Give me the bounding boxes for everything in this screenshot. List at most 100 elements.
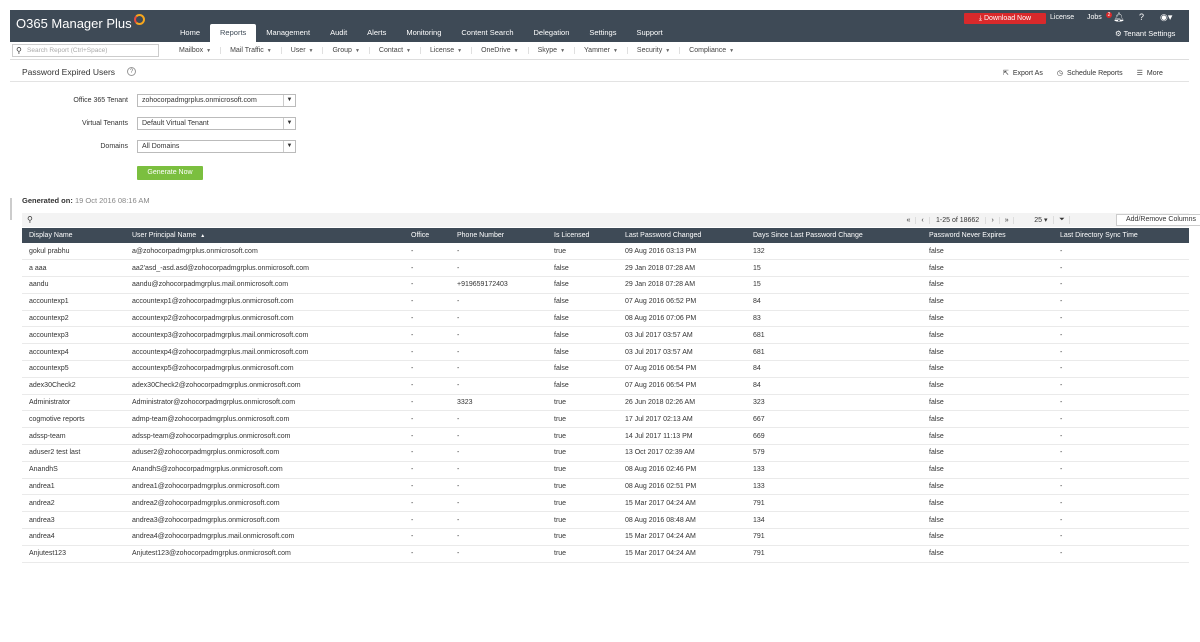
table-cell: true <box>547 444 618 462</box>
subnav-onedrive[interactable]: OneDrive ▼ <box>471 47 528 54</box>
table-row[interactable]: adssp-team adssp-team@zohocorpadmgrplus.o… <box>22 427 1189 446</box>
table-row[interactable]: AnandhS AnandhS@zohocorpadmgrplus.onmicro… <box>22 461 1189 479</box>
app-logo[interactable]: O365 Manager Plus <box>16 14 145 31</box>
table-row[interactable]: andrea2 andrea2@zohocorpadmgrplus.onmicro… <box>22 494 1189 513</box>
gear-icon: ⚙ <box>1115 29 1124 38</box>
virtual-tenants-select[interactable]: Default Virtual Tenant ▼ <box>137 117 296 130</box>
table-row[interactable]: aduser2 test last aduser2@zohocorpadmgrpl… <box>22 444 1189 462</box>
tab-alerts[interactable]: Alerts <box>357 24 396 42</box>
subnav-mail-traffic[interactable]: Mail Traffic ▼ <box>220 47 281 54</box>
table-cell: - <box>450 293 547 311</box>
table-cell: 29 Jan 2018 07:28 AM <box>618 259 746 278</box>
prev-page-icon[interactable]: ‹ <box>916 216 930 224</box>
tab-content-search[interactable]: Content Search <box>451 24 523 42</box>
help-question-icon[interactable]: ? <box>1139 12 1144 22</box>
col-display-name[interactable]: Display Name <box>22 228 125 243</box>
chevron-down-icon: ▼ <box>729 48 735 54</box>
filter-icon[interactable]: ⏷ <box>1054 216 1071 224</box>
table-row[interactable]: Administrator Administrator@zohocorpadmgr… <box>22 394 1189 412</box>
bell-icon[interactable]: 🔔︎ <box>1113 12 1124 23</box>
subnav-contact[interactable]: Contact ▼ <box>368 47 420 54</box>
table-row[interactable]: accountexp4 accountexp4@zohocorpadmgrplus… <box>22 343 1189 362</box>
export-as-button[interactable]: ⇱ Export As <box>1003 69 1043 77</box>
table-row[interactable]: aandu aandu@zohocorpadmgrplus.mail.onmicr… <box>22 276 1189 294</box>
tab-reports[interactable]: Reports <box>210 24 257 42</box>
subnav-yammer[interactable]: Yammer ▼ <box>574 47 627 54</box>
col-user-principal-name[interactable]: User Principal Name ▲ <box>125 228 404 243</box>
subnav-skype[interactable]: Skype ▼ <box>527 47 574 54</box>
tab-delegation[interactable]: Delegation <box>524 24 580 42</box>
tab-monitoring[interactable]: Monitoring <box>396 24 451 42</box>
subnav-group[interactable]: Group ▼ <box>322 47 368 54</box>
table-row[interactable]: accountexp2 accountexp2@zohocorpadmgrplus… <box>22 310 1189 328</box>
table-cell: aandu@zohocorpadmgrplus.mail.onmicrosoft… <box>125 276 404 294</box>
table-row[interactable]: cogmotive reports admp-team@zohocorpadmgr… <box>22 410 1189 429</box>
last-page-icon[interactable]: » <box>1000 216 1015 224</box>
user-avatar-icon[interactable]: ◉▾ <box>1160 12 1172 23</box>
tenant-select[interactable]: zohocorpadmgrplus.onmicrosoft.com ▼ <box>137 94 296 107</box>
table-row[interactable]: accountexp5 accountexp5@zohocorpadmgrplus… <box>22 360 1189 378</box>
table-row[interactable]: a aaa aa2'asd_-asd.asd@zohocorpadmgrplus.… <box>22 259 1189 278</box>
table-row[interactable]: accountexp3 accountexp3@zohocorpadmgrplus… <box>22 326 1189 345</box>
collapse-handle[interactable] <box>10 198 12 220</box>
tab-audit[interactable]: Audit <box>320 24 357 42</box>
table-row[interactable]: andrea1 andrea1@zohocorpadmgrplus.onmicro… <box>22 478 1189 496</box>
table-row[interactable]: Anjutest123 Anjutest123@zohocorpadmgrplus… <box>22 545 1189 563</box>
page-info: 1-25 of 18662 <box>930 216 987 224</box>
col-last-password-changed[interactable]: Last Password Changed <box>618 228 746 243</box>
more-button[interactable]: ☰ More <box>1137 69 1163 77</box>
table-row[interactable]: gokul prabhu a@zohocorpadmgrplus.onmicros… <box>22 243 1189 261</box>
page-size-select[interactable]: 25 ▾ <box>1028 216 1055 224</box>
col-phone-number[interactable]: Phone Number <box>450 228 547 243</box>
next-page-icon[interactable]: › <box>986 216 1001 224</box>
table-cell: false <box>922 293 1053 311</box>
generate-now-button[interactable]: Generate Now <box>137 166 203 180</box>
first-page-icon[interactable]: « <box>902 216 916 224</box>
table-cell: - <box>450 259 547 278</box>
export-icon: ⇱ <box>1003 70 1009 77</box>
table-cell: Anjutest123@zohocorpadmgrplus.onmicrosof… <box>125 545 404 563</box>
table-cell: andrea2@zohocorpadmgrplus.onmicrosoft.co… <box>125 494 404 513</box>
col-last-sync-time[interactable]: Last Directory Sync Time <box>1053 228 1189 243</box>
subnav-license[interactable]: License ▼ <box>419 47 471 54</box>
subnav-user[interactable]: User ▼ <box>280 47 323 54</box>
subnav-compliance[interactable]: Compliance ▼ <box>679 47 743 54</box>
table-cell: - <box>1053 444 1189 462</box>
add-remove-columns-button[interactable]: Add/Remove Columns <box>1116 214 1200 226</box>
table-cell: false <box>922 410 1053 429</box>
col-password-never-expires[interactable]: Password Never Expires <box>922 228 1053 243</box>
header-divider <box>10 81 1189 82</box>
subnav-security[interactable]: Security ▼ <box>626 47 679 54</box>
help-icon[interactable]: ? <box>127 67 136 76</box>
tab-settings[interactable]: Settings <box>579 24 626 42</box>
table-cell: - <box>450 528 547 546</box>
col-office[interactable]: Office <box>404 228 450 243</box>
tab-management[interactable]: Management <box>256 24 320 42</box>
table-cell: false <box>922 394 1053 412</box>
table-row[interactable]: accountexp1 accountexp1@zohocorpadmgrplus… <box>22 293 1189 311</box>
table-cell: - <box>450 410 547 429</box>
domains-select[interactable]: All Domains ▼ <box>137 140 296 153</box>
tab-home[interactable]: Home <box>170 24 210 42</box>
table-row[interactable]: adex30Check2 adex30Check2@zohocorpadmgrpl… <box>22 377 1189 395</box>
subnav-mailbox[interactable]: Mailbox ▼ <box>170 47 220 54</box>
report-search-input[interactable]: ⚲ Search Report (Ctrl+Space) <box>12 44 159 57</box>
table-row[interactable]: andrea4 andrea4@zohocorpadmgrplus.mail.on… <box>22 528 1189 546</box>
col-is-licensed[interactable]: Is Licensed <box>547 228 618 243</box>
table-cell: false <box>922 310 1053 328</box>
tenant-settings-button[interactable]: ⚙ Tenant Settings <box>1115 29 1175 38</box>
table-cell: 15 Mar 2017 04:24 AM <box>618 528 746 546</box>
table-search-icon[interactable]: ⚲ <box>27 215 33 224</box>
col-days-since-change[interactable]: Days Since Last Password Change <box>746 228 922 243</box>
download-now-button[interactable]: ⤓ Download Now <box>964 13 1046 24</box>
table-row[interactable]: andrea3 andrea3@zohocorpadmgrplus.onmicro… <box>22 511 1189 530</box>
jobs-link[interactable]: Jobs <box>1087 14 1102 21</box>
table-cell: - <box>450 377 547 395</box>
table-cell: false <box>922 243 1053 261</box>
schedule-reports-button[interactable]: ◷ Schedule Reports <box>1057 69 1123 77</box>
table-cell: - <box>404 478 450 496</box>
table-cell: 08 Aug 2016 07:06 PM <box>618 310 746 328</box>
license-link[interactable]: License <box>1050 14 1074 21</box>
table-cell: 03 Jul 2017 03:57 AM <box>618 326 746 345</box>
tab-support[interactable]: Support <box>626 24 672 42</box>
